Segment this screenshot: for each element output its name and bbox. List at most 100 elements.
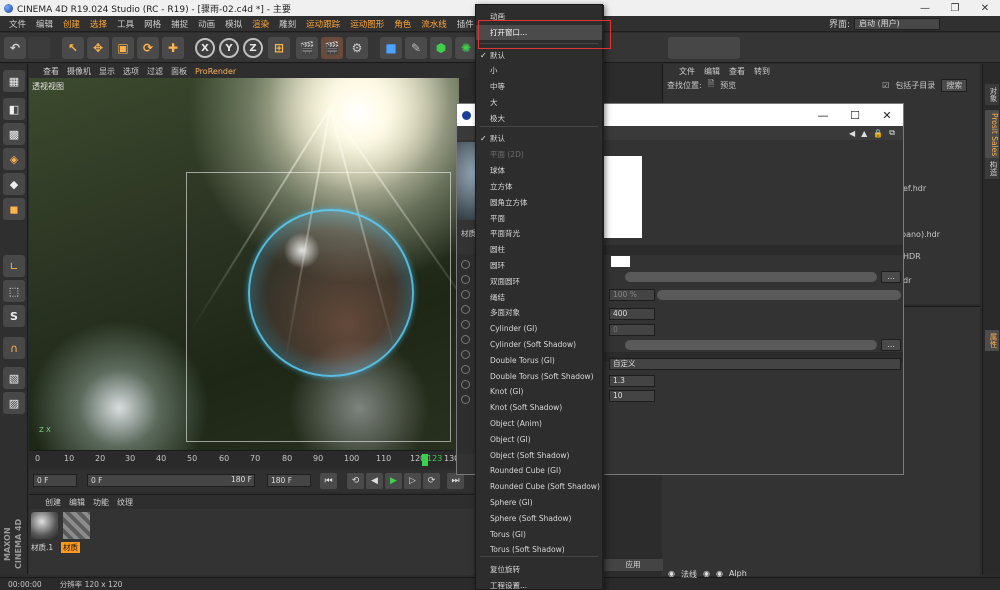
tab-attributes[interactable]: 属性: [985, 330, 999, 351]
context-menu-item[interactable]: Rounded Cube (Soft Shadow): [476, 479, 602, 494]
render-view-icon[interactable]: 🎬: [296, 37, 318, 59]
maximize-button[interactable]: ☐: [839, 104, 871, 126]
maximize-button[interactable]: ❐: [940, 0, 970, 16]
new-window-icon[interactable]: ⧉: [889, 128, 895, 138]
alpha-radio[interactable]: ◉: [716, 569, 723, 580]
tab-objects[interactable]: 对象: [985, 84, 999, 105]
render-picture-viewer-icon[interactable]: 🎬: [321, 37, 343, 59]
folder-icon[interactable]: 🗎: [708, 78, 714, 92]
file-item[interactable]: dr: [903, 276, 911, 285]
layout-dropdown[interactable]: 启动 (用户): [854, 17, 940, 30]
workplane-lock-icon[interactable]: ▧: [3, 367, 25, 389]
texture-browse-button[interactable]: ...: [881, 271, 901, 283]
end-frame-field[interactable]: 180 F: [267, 474, 311, 487]
context-menu-item[interactable]: Sphere (Soft Shadow): [476, 511, 602, 526]
channel-radio[interactable]: [461, 350, 470, 359]
subdivision-icon[interactable]: ⬢: [430, 37, 452, 59]
channel-radio[interactable]: [461, 365, 470, 374]
menu-item[interactable]: 运动图形: [345, 18, 389, 30]
soft-selection-icon[interactable]: S: [3, 305, 25, 327]
timeline-ruler[interactable]: 0 10 20 30 40 50 60 70 80 90 100 110 120 123 130: [29, 450, 459, 467]
context-menu-item[interactable]: 极大: [476, 111, 602, 126]
polygons-mode-icon[interactable]: ◼: [3, 198, 25, 220]
context-menu-item[interactable]: 圆环: [476, 258, 602, 273]
menu-item[interactable]: 创建: [58, 18, 85, 30]
channel-radio[interactable]: [461, 380, 470, 389]
context-menu-item[interactable]: 圆柱: [476, 242, 602, 257]
menu-item[interactable]: 网格: [139, 18, 166, 30]
viewport-menu-item[interactable]: 查看: [43, 66, 59, 77]
make-editable-icon[interactable]: ▦: [3, 70, 25, 92]
search-button[interactable]: 搜索: [941, 78, 968, 92]
perspective-viewport[interactable]: 透视视图 Z X: [29, 78, 459, 450]
array-generator-icon[interactable]: ✺: [455, 37, 477, 59]
menu-item[interactable]: 选择: [85, 18, 112, 30]
context-menu-item[interactable]: Double Torus (Soft Shadow): [476, 369, 602, 384]
context-menu-item[interactable]: ✓ 默认: [476, 131, 602, 146]
mode-dropdown[interactable]: 自定义: [609, 358, 901, 370]
menu-item[interactable]: 运动跟踪: [301, 18, 345, 30]
normal-toggle[interactable]: ◉: [703, 569, 710, 580]
previous-frame-icon[interactable]: ◀: [366, 473, 383, 489]
deformer-group-icon[interactable]: [668, 37, 740, 59]
undo-button[interactable]: ↶: [4, 37, 26, 59]
size-field-400[interactable]: 400: [609, 308, 655, 320]
color-swatch-white[interactable]: [611, 256, 630, 267]
content-browser-menu-item[interactable]: 文件: [679, 66, 695, 77]
close-button[interactable]: ✕: [970, 0, 1000, 16]
context-menu-item[interactable]: 立方体: [476, 179, 602, 194]
go-to-start-icon[interactable]: ⏮: [320, 473, 337, 489]
context-menu-item[interactable]: Object (GI): [476, 432, 602, 447]
menu-item[interactable]: 工具: [112, 18, 139, 30]
live-selection-icon[interactable]: ↖: [62, 37, 84, 59]
previous-key-icon[interactable]: ⟲: [347, 473, 364, 489]
menu-item[interactable]: 渲染: [247, 18, 274, 30]
context-menu-item[interactable]: Object (Soft Shadow): [476, 448, 602, 463]
material-thumbnail[interactable]: [63, 512, 90, 539]
tab-structure[interactable]: 构造: [985, 158, 999, 179]
tab-content-browser[interactable]: Prosit Sales: [985, 110, 999, 160]
move-tool-icon[interactable]: ✥: [87, 37, 109, 59]
workplane-icon[interactable]: ▨: [3, 392, 25, 414]
recent-tool-icon[interactable]: ✚: [162, 37, 184, 59]
render-settings-icon[interactable]: ⚙: [346, 37, 368, 59]
context-menu-item[interactable]: ✓ 默认: [476, 48, 602, 63]
material-name-tab[interactable]: 材质: [461, 228, 476, 239]
normal-radio[interactable]: ◉: [668, 569, 675, 580]
menu-item[interactable]: 模拟: [220, 18, 247, 30]
viewport-menu-item[interactable]: 显示: [99, 66, 115, 77]
minimize-button[interactable]: —: [910, 0, 940, 16]
channel-radio[interactable]: [461, 260, 470, 269]
file-item[interactable]: pano).hdr: [901, 230, 940, 239]
timeline-playhead[interactable]: [422, 454, 428, 466]
texture-swatch[interactable]: [604, 156, 642, 238]
channel-radio[interactable]: [461, 335, 470, 344]
edges-mode-icon[interactable]: ◆: [3, 173, 25, 195]
apply-button[interactable]: 应用: [603, 559, 663, 571]
material-thumbnail[interactable]: [31, 512, 58, 539]
menu-item[interactable]: 文件: [4, 18, 31, 30]
viewport-menu-item[interactable]: ProRender: [195, 67, 236, 76]
viewport-menu-item[interactable]: 摄像机: [67, 66, 91, 77]
context-menu-item[interactable]: 大: [476, 95, 602, 110]
material-label[interactable]: 材质.1: [29, 542, 55, 553]
z-axis-lock-button[interactable]: Z: [243, 38, 263, 58]
context-menu-item[interactable]: 中等: [476, 79, 602, 94]
channel-radio[interactable]: [461, 290, 470, 299]
menu-item[interactable]: 动画: [193, 18, 220, 30]
menu-item[interactable]: 流水线: [416, 18, 452, 30]
texture-mode-icon[interactable]: ▩: [3, 123, 25, 145]
lock-icon[interactable]: 🔒: [873, 129, 883, 138]
menu-item[interactable]: 角色: [389, 18, 416, 30]
texture-slider[interactable]: [625, 272, 877, 282]
start-frame-field[interactable]: 0 F: [33, 474, 77, 487]
next-key-icon[interactable]: ⟳: [423, 473, 440, 489]
minimize-button[interactable]: —: [807, 104, 839, 126]
context-menu-item[interactable]: 工程设置...: [476, 578, 602, 590]
channel-radio[interactable]: [461, 305, 470, 314]
magnet-icon[interactable]: ∩: [3, 337, 25, 359]
ior-field[interactable]: 1.3: [609, 375, 655, 387]
samples-field[interactable]: 10: [609, 390, 655, 402]
play-icon[interactable]: ▶: [385, 473, 402, 489]
context-menu-item[interactable]: Rounded Cube (GI): [476, 463, 602, 478]
